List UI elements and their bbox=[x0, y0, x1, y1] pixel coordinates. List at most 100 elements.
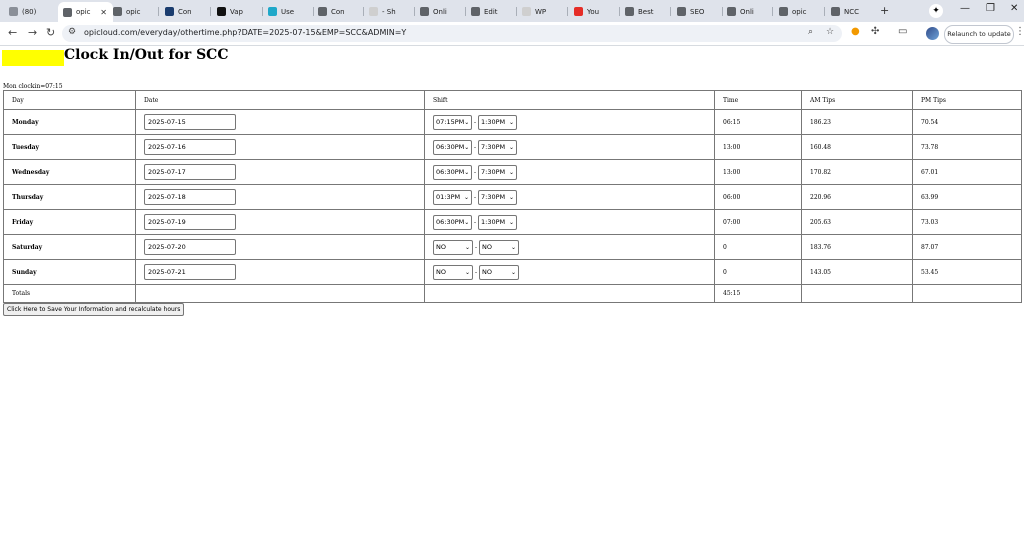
shift-dash: - bbox=[474, 168, 477, 176]
date-input[interactable]: 2025-07-18 bbox=[144, 189, 236, 205]
shift-select[interactable]: 1:30PM ⌄ bbox=[478, 214, 518, 230]
shift-dash: - bbox=[475, 243, 478, 251]
reload-icon[interactable]: ↻ bbox=[46, 26, 55, 39]
shift-cell: NO ⌄ - NO ⌄ bbox=[424, 259, 715, 285]
gemini-icon[interactable]: ✦ bbox=[929, 4, 943, 18]
table-row: Friday 2025-07-19 06:30PM ⌄ -1:30PM ⌄ 07:00 205… bbox=[3, 209, 1022, 235]
browser-tab[interactable]: You bbox=[569, 3, 620, 20]
totals-row: Totals 45:15 bbox=[3, 284, 1022, 303]
browser-tab[interactable]: - Sh bbox=[364, 3, 415, 20]
shift-select[interactable]: NO ⌄ bbox=[479, 239, 520, 255]
header-pm-tips: PM Tips bbox=[912, 90, 1022, 110]
date-input[interactable]: 2025-07-16 bbox=[144, 139, 236, 155]
close-window-button[interactable]: ✕ bbox=[1010, 3, 1018, 14]
close-tab-icon[interactable]: ✕ bbox=[100, 8, 107, 17]
shift-dash: - bbox=[474, 118, 477, 126]
site-info-icon[interactable]: ⚙ bbox=[68, 27, 76, 37]
date-cell: 2025-07-19 bbox=[135, 209, 425, 235]
tab-favicon-icon bbox=[677, 7, 686, 16]
chevron-down-icon: ⌄ bbox=[511, 243, 517, 251]
chevron-down-icon: ⌄ bbox=[464, 243, 470, 251]
browser-tab[interactable]: Best bbox=[620, 3, 671, 20]
tab-favicon-icon bbox=[9, 7, 18, 16]
menu-kebab-icon[interactable]: ⋮ bbox=[1015, 26, 1024, 37]
shift-select[interactable]: 1:30PM ⌄ bbox=[478, 114, 518, 130]
browser-tab[interactable]: (80) bbox=[4, 3, 55, 20]
header-day: Day bbox=[3, 90, 136, 110]
date-input[interactable]: 2025-07-15 bbox=[144, 114, 236, 130]
shift-select[interactable]: 06:30PM ⌄ bbox=[433, 164, 472, 180]
browser-tab[interactable]: Con bbox=[313, 3, 364, 20]
shift-cell: 06:30PM ⌄ -1:30PM ⌄ bbox=[424, 209, 715, 235]
tab-favicon-icon bbox=[522, 7, 531, 16]
totals-date-empty bbox=[135, 284, 425, 303]
browser-tab[interactable]: Con bbox=[160, 3, 211, 20]
tab-label: NCC bbox=[844, 7, 860, 16]
browser-tab[interactable]: opic ✕ bbox=[58, 2, 113, 22]
new-tab-button[interactable]: + bbox=[880, 4, 889, 17]
clock-table: Day Date Shift Time AM Tips PM Tips Mond… bbox=[3, 90, 1022, 303]
save-button[interactable]: Click Here to Save Your Information and … bbox=[3, 303, 185, 316]
browser-tab[interactable]: Use bbox=[263, 3, 314, 20]
profile-avatar[interactable] bbox=[926, 27, 939, 40]
tab-label: Con bbox=[178, 7, 192, 16]
url-text: opicloud.com/everyday/othertime.php?DATE… bbox=[84, 28, 407, 37]
date-input[interactable]: 2025-07-21 bbox=[144, 264, 236, 280]
date-input[interactable]: 2025-07-20 bbox=[144, 239, 236, 255]
shift-select[interactable]: 06:30PM ⌄ bbox=[433, 139, 472, 155]
browser-tab[interactable]: Edit bbox=[466, 3, 517, 20]
tab-label: Vap bbox=[230, 7, 243, 16]
browser-tab[interactable]: NCC bbox=[826, 3, 877, 20]
shift-select-value: 06:30PM bbox=[436, 143, 465, 151]
totals-am-empty bbox=[801, 284, 913, 303]
extension-icon[interactable]: ● bbox=[851, 26, 860, 37]
forward-icon[interactable]: → bbox=[28, 26, 37, 39]
am-tips-cell: 160.48 bbox=[801, 134, 913, 160]
chevron-down-icon: ⌄ bbox=[509, 218, 515, 226]
shift-select[interactable]: NO ⌄ bbox=[479, 264, 520, 280]
shift-select[interactable]: 7:30PM ⌄ bbox=[478, 164, 518, 180]
chevron-down-icon: ⌄ bbox=[464, 218, 470, 226]
date-input[interactable]: 2025-07-17 bbox=[144, 164, 236, 180]
browser-toolbar: ← → ↻ ⚙ opicloud.com/everyday/othertime.… bbox=[0, 22, 1024, 46]
shift-dash: - bbox=[474, 193, 477, 201]
shift-select[interactable]: 7:30PM ⌄ bbox=[478, 139, 518, 155]
cast-icon[interactable]: ▭ bbox=[898, 26, 907, 37]
tab-label: Onli bbox=[740, 7, 754, 16]
chevron-down-icon: ⌄ bbox=[509, 143, 515, 151]
extensions-puzzle-icon[interactable]: ✣ bbox=[871, 26, 879, 37]
relaunch-button[interactable]: Relaunch to update bbox=[944, 25, 1014, 44]
shift-select[interactable]: NO ⌄ bbox=[433, 264, 473, 280]
shift-select[interactable]: 07:15PM ⌄ bbox=[433, 114, 472, 130]
shift-select-value: 06:30PM bbox=[436, 168, 465, 176]
address-bar[interactable]: ⚙ opicloud.com/everyday/othertime.php?DA… bbox=[62, 25, 842, 42]
restore-window-button[interactable]: ❐ bbox=[986, 3, 995, 14]
browser-tab[interactable]: opic bbox=[774, 3, 825, 20]
browser-tab[interactable]: SEO bbox=[672, 3, 723, 20]
page-content: Clock In/Out for SCC Mon clockin=07:15 D… bbox=[0, 46, 1024, 555]
browser-tab[interactable]: Vap bbox=[212, 3, 263, 20]
table-row: Monday 2025-07-15 07:15PM ⌄ -1:30PM ⌄ 06:15 186… bbox=[3, 109, 1022, 135]
zoom-icon[interactable]: ⌕ bbox=[808, 27, 813, 37]
minimize-window-button[interactable]: — bbox=[960, 3, 970, 14]
date-input-value: 2025-07-16 bbox=[148, 143, 186, 151]
day-cell: Sunday bbox=[3, 259, 136, 285]
back-icon[interactable]: ← bbox=[8, 26, 17, 39]
am-tips-cell: 220.96 bbox=[801, 184, 913, 210]
browser-tab[interactable]: opic bbox=[108, 3, 159, 20]
day-cell: Saturday bbox=[3, 234, 136, 260]
date-input[interactable]: 2025-07-19 bbox=[144, 214, 236, 230]
browser-tab[interactable]: Onli bbox=[722, 3, 773, 20]
shift-select[interactable]: 7:30PM ⌄ bbox=[478, 189, 518, 205]
day-cell: Monday bbox=[3, 109, 136, 135]
tab-favicon-icon bbox=[471, 7, 480, 16]
date-cell: 2025-07-17 bbox=[135, 159, 425, 185]
shift-select[interactable]: NO ⌄ bbox=[433, 239, 473, 255]
shift-select[interactable]: 06:30PM ⌄ bbox=[433, 214, 472, 230]
bookmark-star-icon[interactable]: ☆ bbox=[826, 27, 834, 37]
pm-tips-cell: 87.07 bbox=[912, 234, 1022, 260]
browser-tab[interactable]: Onli bbox=[415, 3, 466, 20]
shift-select[interactable]: 01:3PM ⌄ bbox=[433, 189, 472, 205]
browser-tab[interactable]: WP bbox=[517, 3, 568, 20]
tab-separator bbox=[772, 7, 773, 16]
